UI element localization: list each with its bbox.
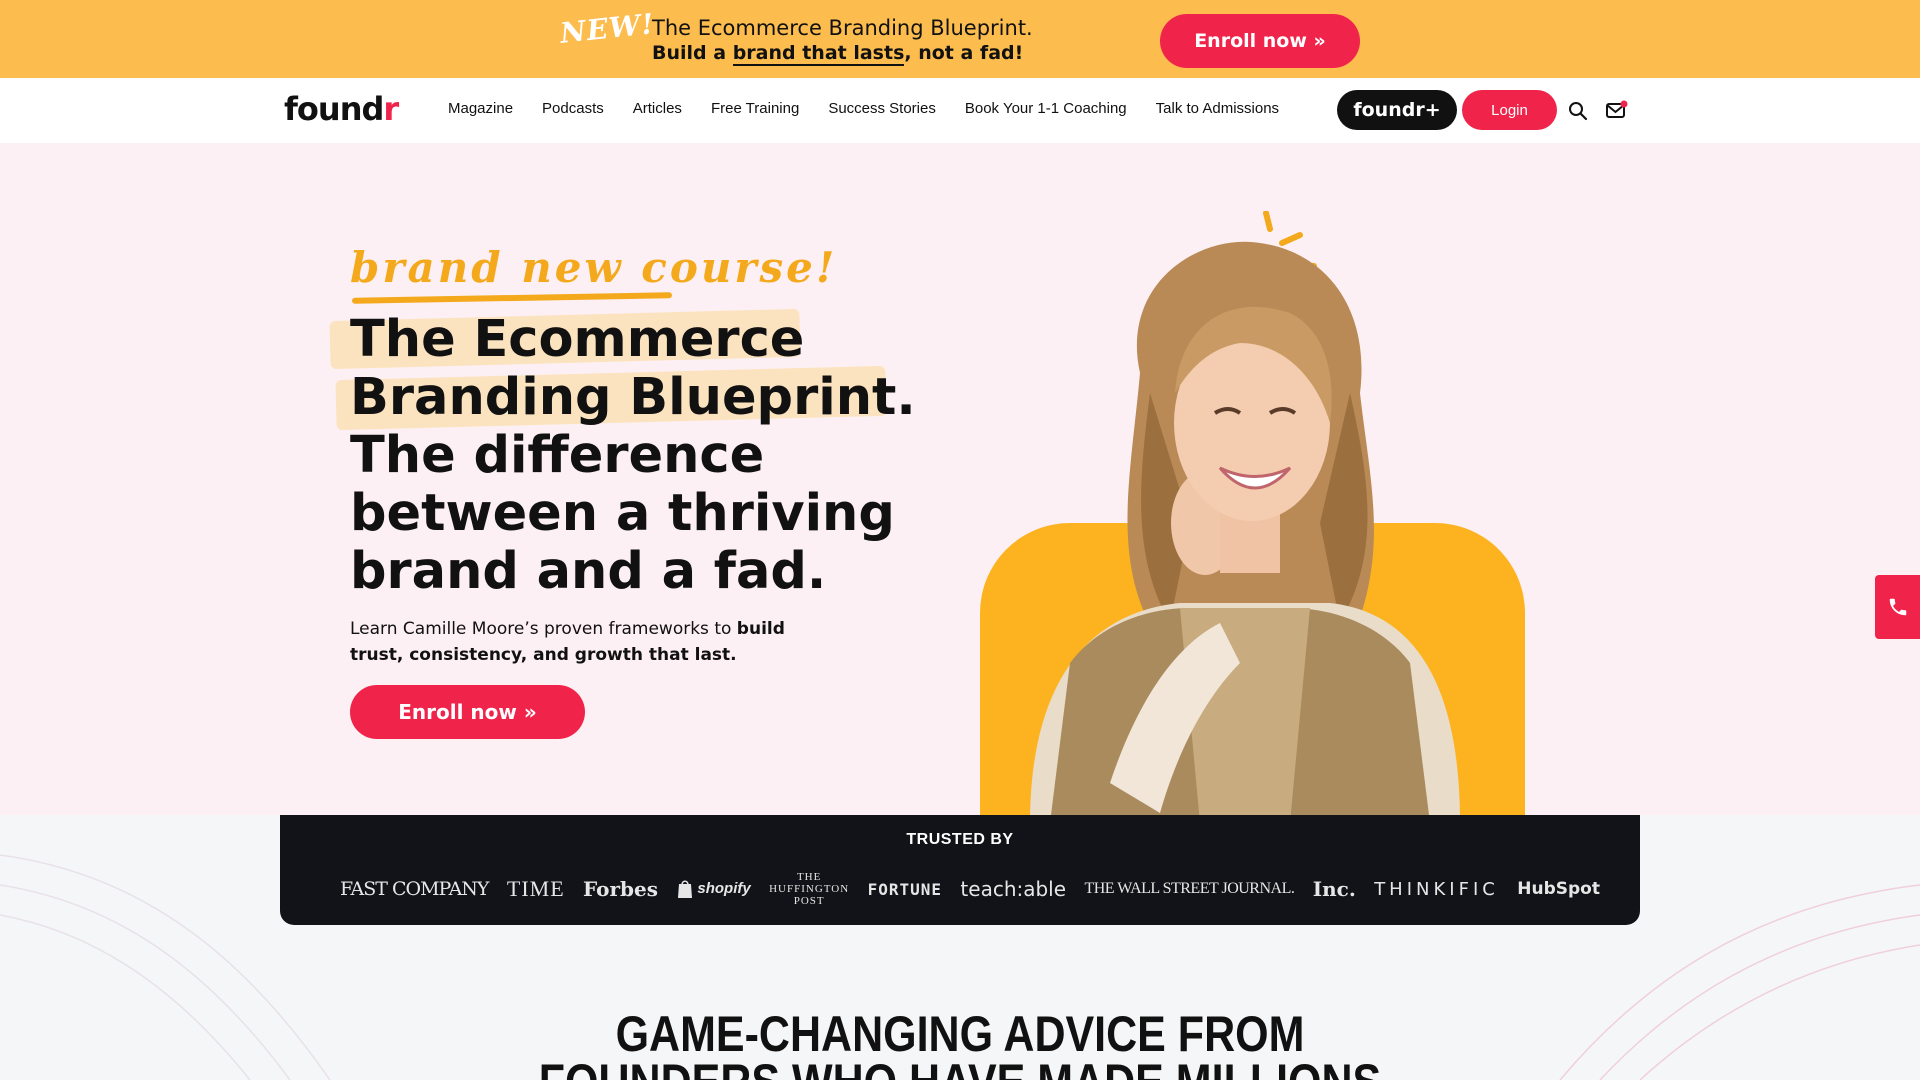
nav-link-coaching[interactable]: Book Your 1-1 Coaching (965, 100, 1127, 117)
trusted-by-bar: TRUSTED BY FAST COMPANY TIME Forbes shop… (280, 815, 1640, 925)
main-nav: foundr Magazine Podcasts Articles Free T… (0, 78, 1920, 143)
headline-line: Branding Blueprint. (350, 368, 916, 427)
phone-call-button[interactable] (1875, 575, 1920, 639)
nav-link-podcasts[interactable]: Podcasts (542, 100, 604, 117)
promo-enroll-button[interactable]: Enroll now » (1160, 14, 1360, 68)
instructor-photo (1030, 241, 1460, 815)
hero-tagline: brand new course! (350, 243, 838, 292)
mail-icon[interactable] (1606, 100, 1628, 120)
time-logo: TIME (506, 876, 565, 901)
fortune-logo: FORTUNE (867, 879, 943, 899)
teachable-logo: teach:able (960, 877, 1067, 901)
hero-headline: The Ecommerce Branding Blueprint. The di… (350, 310, 916, 601)
fast-company-logo: FAST COMPANY (340, 878, 489, 900)
description-text: Learn Camille Moore’s proven frameworks … (350, 619, 737, 639)
logo-accent: r (383, 90, 399, 128)
section-heading-line: FOUNDERS WHO HAVE MADE MILLIONS (134, 1057, 1785, 1080)
shopify-logo: shopify (676, 879, 751, 899)
headline-line: brand and a fad. (350, 542, 827, 601)
promo-banner: NEW! The Ecommerce Branding Blueprint. B… (0, 0, 1920, 78)
promo-subtitle-post: , not a fad! (904, 42, 1024, 64)
nav-link-success-stories[interactable]: Success Stories (828, 100, 936, 117)
wall-street-journal-logo: THE WALL STREET JOURNAL. (1084, 880, 1295, 897)
login-button[interactable]: Login (1462, 90, 1557, 130)
hubspot-logo: HubSpot (1517, 879, 1600, 899)
headline-line: between a thriving (350, 484, 895, 543)
promo-subtitle-pre: Build a (652, 42, 733, 64)
shopify-logo-text: shopify (697, 879, 751, 897)
shopify-bag-icon (678, 880, 693, 898)
foundr-plus-button[interactable]: foundr+ (1337, 90, 1457, 130)
nav-link-articles[interactable]: Articles (633, 100, 682, 117)
headline-line: The difference (350, 426, 765, 485)
tagline-underline (351, 292, 673, 304)
section-heading-line: GAME-CHANGING ADVICE FROM (615, 1006, 1305, 1062)
promo-subtitle: Build a brand that lasts, not a fad! (652, 42, 1024, 66)
trusted-by-title: TRUSTED BY (906, 831, 1014, 848)
forbes-logo: Forbes (583, 877, 658, 901)
huffington-line: THE (796, 871, 822, 883)
new-badge: NEW! (558, 7, 657, 50)
phone-icon (1889, 598, 1906, 616)
section-heading: GAME-CHANGING ADVICE FROM FOUNDERS WHO H… (134, 1006, 1785, 1080)
headline-line: The Ecommerce (350, 310, 805, 369)
huffington-post-logo: THE HUFFINGTON POST (769, 871, 849, 907)
hero-enroll-button[interactable]: Enroll now » (350, 685, 585, 739)
huffington-line: HUFFINGTON (769, 883, 850, 895)
partner-logos: FAST COMPANY TIME Forbes shopify THE HUF… (340, 869, 1600, 909)
nav-link-free-training[interactable]: Free Training (711, 100, 799, 117)
foundr-logo[interactable]: foundr (284, 90, 399, 128)
inc-logo: Inc. (1312, 877, 1356, 901)
search-icon[interactable] (1568, 101, 1588, 121)
nav-link-admissions[interactable]: Talk to Admissions (1156, 100, 1279, 117)
promo-subtitle-underlined: brand that lasts (732, 42, 905, 66)
hero-description: Learn Camille Moore’s proven frameworks … (350, 616, 830, 668)
nav-links: Magazine Podcasts Articles Free Training… (448, 100, 1308, 117)
promo-title: The Ecommerce Branding Blueprint. (652, 16, 1033, 40)
thinkific-logo: THINKIFIC (1374, 878, 1499, 900)
huffington-line: POST (793, 895, 825, 907)
nav-link-magazine[interactable]: Magazine (448, 100, 513, 117)
logo-text: found (284, 90, 384, 128)
hero-section: brand new course! The Ecommerce Branding… (0, 143, 1920, 815)
